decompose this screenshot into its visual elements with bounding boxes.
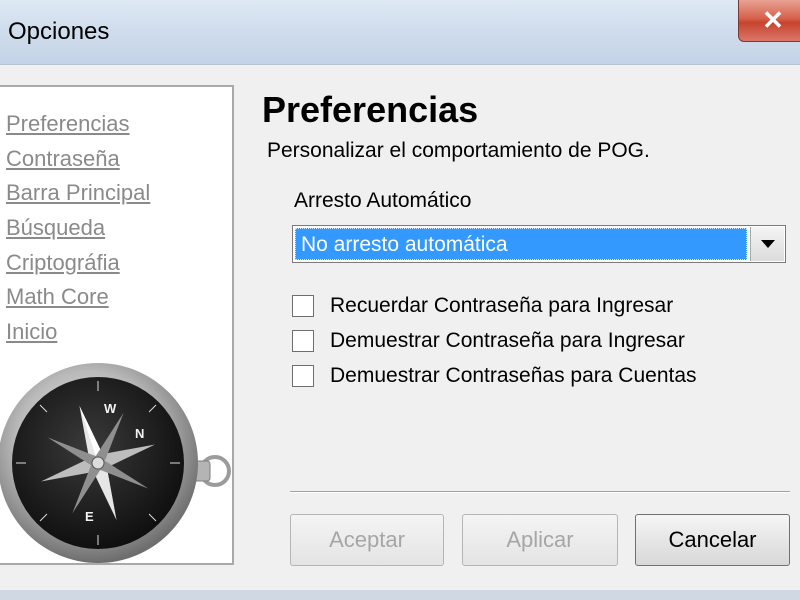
- show-password-login-checkbox[interactable]: [292, 330, 314, 352]
- sidebar-item-busqueda[interactable]: Búsqueda: [6, 211, 150, 246]
- autolock-label: Arresto Automático: [294, 189, 472, 212]
- autolock-dropdown[interactable]: No arresto automática: [292, 225, 786, 263]
- chevron-down-icon[interactable]: [750, 227, 784, 261]
- remember-password-label[interactable]: Recuerdar Contraseña para Ingresar: [330, 293, 673, 319]
- sidebar-item-criptografia[interactable]: Criptográfia: [6, 246, 150, 281]
- dialog-body: Preferencias Contraseña Barra Principal …: [0, 64, 800, 591]
- apply-button[interactable]: Aplicar: [462, 514, 618, 566]
- sidebar-item-contrasena[interactable]: Contraseña: [6, 142, 150, 177]
- compass-letter-e: E: [85, 509, 94, 524]
- window-frame-bottom: [0, 590, 800, 600]
- accept-button[interactable]: Aceptar: [290, 514, 444, 566]
- compass-image: W N E: [0, 363, 232, 563]
- sidebar-item-preferencias[interactable]: Preferencias: [6, 107, 150, 142]
- page-subtitle: Personalizar el comportamiento de POG.: [267, 139, 650, 162]
- compass-letter-w: W: [104, 401, 117, 416]
- show-passwords-accounts-checkbox[interactable]: [292, 365, 314, 387]
- sidebar-item-math-core[interactable]: Math Core: [6, 280, 150, 315]
- page-title: Preferencias: [262, 89, 479, 130]
- sidebar: Preferencias Contraseña Barra Principal …: [0, 85, 234, 565]
- sidebar-item-inicio[interactable]: Inicio: [6, 315, 150, 350]
- sidebar-item-barra-principal[interactable]: Barra Principal: [6, 176, 150, 211]
- remember-password-checkbox[interactable]: [292, 295, 314, 317]
- sidebar-nav: Preferencias Contraseña Barra Principal …: [6, 107, 150, 350]
- close-icon: ✕: [762, 5, 784, 35]
- title-bar: Opciones ✕: [0, 0, 800, 64]
- show-passwords-accounts-label[interactable]: Demuestrar Contraseñas para Cuentas: [330, 363, 697, 389]
- divider: [290, 491, 790, 493]
- compass-letter-n: N: [135, 426, 144, 441]
- window-title: Opciones: [8, 18, 110, 45]
- autolock-selected-value: No arresto automática: [295, 228, 747, 260]
- close-button[interactable]: ✕: [738, 0, 800, 42]
- cancel-button[interactable]: Cancelar: [635, 514, 790, 566]
- show-password-login-label[interactable]: Demuestrar Contraseña para Ingresar: [330, 328, 685, 354]
